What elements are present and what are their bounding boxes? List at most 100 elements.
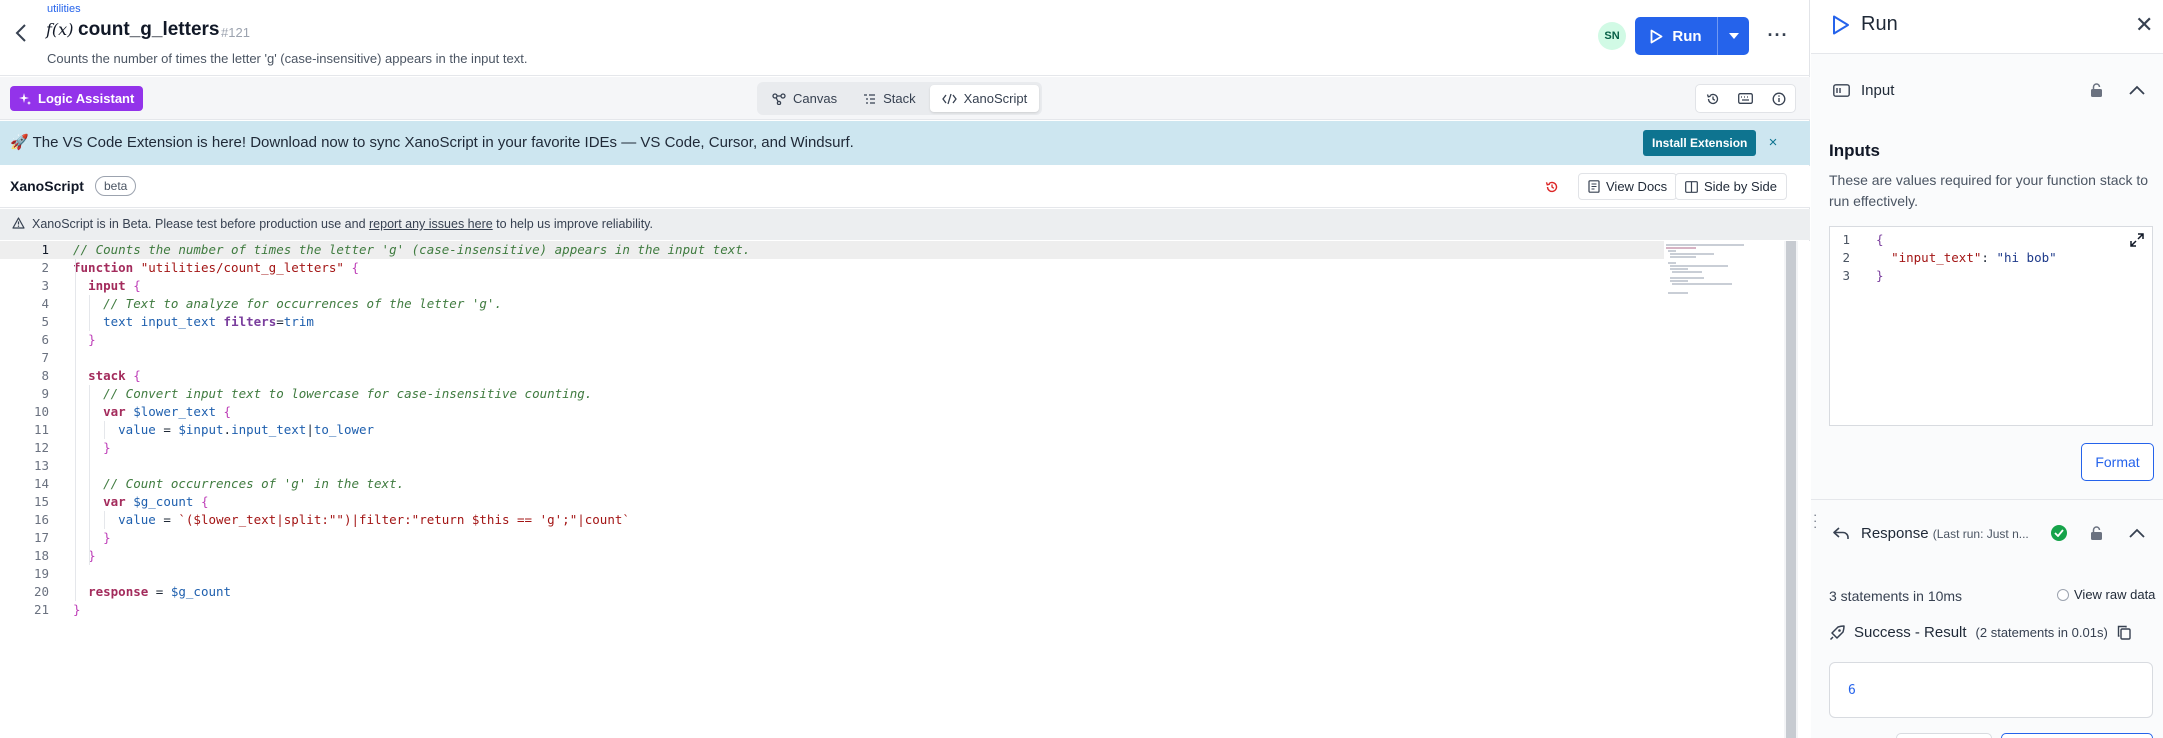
caret-down-icon xyxy=(1728,33,1739,39)
line-number: 21 xyxy=(33,602,49,617)
code-editor[interactable]: 1 // Counts the number of times the lette… xyxy=(0,241,1810,738)
close-icon[interactable]: ✕ xyxy=(2135,14,2153,36)
response-section-header[interactable]: Response (Last run: Just n... xyxy=(1811,497,2163,569)
close-icon[interactable]: × xyxy=(1764,133,1782,151)
code-line[interactable]: 11 value = $input.input_text|to_lower xyxy=(0,421,1664,439)
rocket-icon xyxy=(1829,624,1845,640)
primary-action-button[interactable] xyxy=(2001,733,2153,738)
sparkle-icon xyxy=(19,92,31,105)
code-minimap[interactable] xyxy=(1664,241,1784,301)
banner-text: 🚀 The VS Code Extension is here! Downloa… xyxy=(10,133,854,151)
copy-icon xyxy=(2117,625,2131,640)
history-icon xyxy=(1706,93,1718,104)
logic-assistant-button[interactable]: Logic Assistant xyxy=(10,86,144,111)
code-token: var xyxy=(103,494,126,509)
code-line[interactable]: 12 } xyxy=(0,439,1664,457)
code-token: | xyxy=(306,422,314,437)
breadcrumb[interactable]: utilities xyxy=(47,3,81,15)
secondary-action-button[interactable] xyxy=(1896,733,1992,738)
line-number: 10 xyxy=(33,404,49,419)
run-panel: Run ✕ Input Inputs These are values requ… xyxy=(1811,0,2163,738)
code-token: // Count occurrences of 'g' in the text. xyxy=(103,476,405,491)
line-number: 11 xyxy=(33,422,49,437)
code-line[interactable]: 18 } xyxy=(0,547,1664,565)
code-line[interactable]: 9 // Convert input text to lowercase for… xyxy=(0,385,1664,403)
inputs-description: These are values required for your funct… xyxy=(1829,172,2149,209)
install-extension-button[interactable]: Install Extension xyxy=(1643,130,1757,156)
code-token: "utilities/count_g_letters" xyxy=(140,260,344,275)
code-line[interactable]: 4 // Text to analyze for occurrences of … xyxy=(0,295,1664,313)
code-token: stack xyxy=(88,368,126,383)
more-options-button[interactable]: ··· xyxy=(1765,22,1791,48)
code-line[interactable]: 2 function "utilities/count_g_letters" { xyxy=(0,259,1664,277)
tab-xanoscript-label: XanoScript xyxy=(963,91,1028,106)
code-line[interactable]: 20 response = $g_count xyxy=(0,583,1664,601)
code-text: stack { xyxy=(73,367,141,385)
side-by-side-button[interactable]: Side by Side xyxy=(1675,173,1787,200)
format-button[interactable]: Format xyxy=(2081,443,2154,481)
code-line[interactable]: 13 xyxy=(0,457,1664,475)
report-issues-link[interactable]: report any issues here xyxy=(369,217,493,231)
canvas-icon xyxy=(772,92,786,105)
json-token: { xyxy=(1876,232,1884,247)
code-token: { xyxy=(223,404,232,419)
scrollbar-thumb[interactable] xyxy=(1786,241,1796,738)
view-docs-button[interactable]: View Docs xyxy=(1578,173,1678,200)
json-token: "input_text" xyxy=(1891,250,1982,265)
code-token: } xyxy=(103,530,111,545)
view-raw-checkbox[interactable] xyxy=(2057,588,2069,601)
json-line[interactable]: 2 "input_text": "hi bob" xyxy=(1830,249,2130,267)
code-line[interactable]: 10 var $lower_text { xyxy=(0,403,1664,421)
run-button[interactable]: Run xyxy=(1635,17,1749,55)
code-line[interactable]: 21} xyxy=(0,601,1664,619)
back-button[interactable] xyxy=(10,22,32,44)
code-text: // Count occurrences of 'g' in the text. xyxy=(73,475,404,493)
code-line[interactable]: 16 value = `($lower_text|split:"")|filte… xyxy=(0,511,1664,529)
code-line[interactable]: 14 // Count occurrences of 'g' in the te… xyxy=(0,475,1664,493)
logic-assistant-label: Logic Assistant xyxy=(38,91,135,106)
code-text: var $lower_text { xyxy=(73,403,231,421)
view-raw-data-toggle[interactable]: View raw data xyxy=(2057,587,2155,602)
result-output[interactable]: 6 xyxy=(1829,662,2153,718)
line-number: 16 xyxy=(33,512,49,527)
keyboard-button[interactable] xyxy=(1729,85,1762,112)
code-line[interactable]: 5 text input_text filters=trim xyxy=(0,313,1664,331)
code-line[interactable]: 3 input { xyxy=(0,277,1664,295)
play-icon xyxy=(1833,15,1849,35)
line-number: 9 xyxy=(41,386,49,401)
code-token: $g_count xyxy=(170,584,232,599)
run-dropdown-button[interactable] xyxy=(1717,17,1749,55)
info-button[interactable] xyxy=(1762,85,1795,112)
code-line[interactable]: 6 } xyxy=(0,331,1664,349)
code-line[interactable]: 17 } xyxy=(0,529,1664,547)
avatar[interactable]: SN xyxy=(1598,22,1626,50)
json-line[interactable]: 1{ xyxy=(1830,231,2130,249)
tab-stack[interactable]: Stack xyxy=(851,85,928,112)
view-raw-label: View raw data xyxy=(2074,587,2156,602)
tab-canvas[interactable]: Canvas xyxy=(760,85,849,112)
input-section-label: Input xyxy=(1861,81,1895,99)
code-token: trim xyxy=(283,314,314,329)
revert-button[interactable] xyxy=(1542,177,1562,197)
run-main[interactable]: Run xyxy=(1635,17,1717,55)
code-line[interactable]: 7 xyxy=(0,349,1664,367)
tab-xanoscript[interactable]: XanoScript xyxy=(929,85,1040,112)
editor-scrollbar[interactable] xyxy=(1784,241,1798,738)
code-line[interactable]: 19 xyxy=(0,565,1664,583)
line-number: 2 xyxy=(41,260,49,275)
input-json-editor[interactable]: 1{2 "input_text": "hi bob" 3} xyxy=(1829,226,2153,426)
view-docs-label: View Docs xyxy=(1606,179,1668,194)
input-section-header[interactable]: Input xyxy=(1811,54,2163,126)
code-token: input xyxy=(88,278,126,293)
history-button[interactable] xyxy=(1696,85,1729,112)
code-text: } xyxy=(73,439,111,457)
code-line[interactable]: 8 stack { xyxy=(0,367,1664,385)
code-line[interactable]: 1 // Counts the number of times the lette… xyxy=(0,241,1664,259)
code-token: = xyxy=(155,422,179,437)
code-line[interactable]: 15 var $g_count { xyxy=(0,493,1664,511)
page-title[interactable]: count_g_letters xyxy=(78,19,219,41)
json-line[interactable]: 3} xyxy=(1830,267,2130,285)
function-description[interactable]: Counts the number of times the letter 'g… xyxy=(47,51,527,66)
